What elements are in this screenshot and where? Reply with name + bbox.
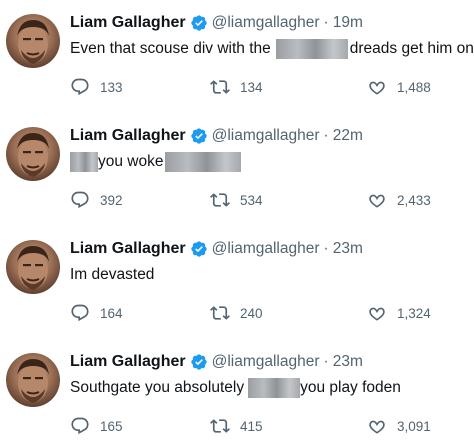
heart-icon [369,194,385,208]
retweet-count: 240 [240,305,263,321]
tweet-actions: 165 415 3,091 [70,415,460,437]
like-button[interactable]: 1,488 [367,76,431,98]
tweet-text: Im devasted [70,263,154,287]
tweet-actions: 164 240 1,324 [70,302,460,324]
reply-button[interactable]: 164 [70,302,123,324]
avatar-image [17,133,49,177]
reply-count: 165 [100,418,123,434]
tweet-header: Liam Gallagher @liamgallagher · 23m [70,351,363,373]
heart-icon [369,420,385,434]
verified-badge-icon [190,128,207,144]
reply-button[interactable]: 165 [70,415,123,437]
reply-icon [71,78,89,96]
like-count: 1,488 [397,79,431,95]
retweet-icon [210,80,230,94]
heart-icon [369,307,385,321]
author-name[interactable]: Liam Gallagher [70,353,186,371]
tweet-actions: 133 134 1,488 [70,76,460,98]
redacted-word [70,152,98,172]
tweet-header: Liam Gallagher @liamgallagher · 19m [70,12,363,34]
avatar[interactable] [6,240,60,294]
reply-icon [71,417,89,435]
retweet-button[interactable]: 534 [210,189,263,211]
tweet-feed: Liam Gallagher @liamgallagher · 19m Even… [0,0,474,440]
reply-icon [71,191,89,209]
like-button[interactable]: 1,324 [367,302,431,324]
tweet[interactable]: Liam Gallagher @liamgallagher · 19m Even… [0,0,474,110]
tweet-text-part: dreads get him on [349,40,474,57]
avatar-image [17,20,49,64]
tweet-text-part: you woke [98,153,164,170]
reply-button[interactable]: 392 [70,189,123,211]
avatar-image [17,359,49,403]
tweet-text: Southgate you absolutely you play foden [70,376,401,400]
author-handle[interactable]: @liamgallagher [212,353,320,371]
redacted-word [275,39,348,59]
like-count: 3,091 [397,418,431,434]
retweet-icon [210,419,230,433]
like-count: 2,433 [397,192,431,208]
author-handle[interactable]: @liamgallagher [212,240,320,258]
separator-dot: · [323,353,329,370]
like-count: 1,324 [397,305,431,321]
tweet-text-part: you play foden [300,379,401,396]
retweet-count: 134 [240,79,263,95]
retweet-button[interactable]: 134 [210,76,263,98]
tweet-text-part: Even that scouse div with the [70,40,271,57]
avatar[interactable] [6,127,60,181]
verified-badge-icon [190,354,207,370]
timestamp[interactable]: 23m [333,353,363,371]
tweet-text-part: Southgate you absolutely [70,379,245,396]
timestamp[interactable]: 23m [333,240,363,258]
retweet-button[interactable]: 240 [210,302,263,324]
tweet-text: you woke [70,150,242,174]
author-handle[interactable]: @liamgallagher [212,127,320,145]
retweet-count: 415 [240,418,263,434]
reply-button[interactable]: 133 [70,76,123,98]
verified-badge-icon [190,241,207,257]
author-name[interactable]: Liam Gallagher [70,127,186,145]
avatar[interactable] [6,14,60,68]
timestamp[interactable]: 19m [333,14,363,32]
tweet-header: Liam Gallagher @liamgallagher · 22m [70,125,363,147]
redacted-word [165,152,242,172]
reply-count: 392 [100,192,123,208]
retweet-icon [210,306,230,320]
timestamp[interactable]: 22m [333,127,363,145]
tweet-text: Even that scouse div with the dreads get… [70,37,474,61]
separator-dot: · [323,127,329,144]
like-button[interactable]: 3,091 [367,415,431,437]
tweet[interactable]: Liam Gallagher @liamgallagher · 22m you … [0,113,474,223]
reply-icon [71,304,89,322]
tweet[interactable]: Liam Gallagher @liamgallagher · 23m Im d… [0,226,474,336]
tweet[interactable]: Liam Gallagher @liamgallagher · 23m Sout… [0,339,474,440]
like-button[interactable]: 2,433 [367,189,431,211]
retweet-icon [210,193,230,207]
retweet-count: 534 [240,192,263,208]
author-name[interactable]: Liam Gallagher [70,240,186,258]
avatar[interactable] [6,353,60,407]
author-name[interactable]: Liam Gallagher [70,14,186,32]
reply-count: 133 [100,79,123,95]
separator-dot: · [323,14,329,31]
retweet-button[interactable]: 415 [210,415,263,437]
avatar-image [17,246,49,290]
verified-badge-icon [190,15,207,31]
reply-count: 164 [100,305,123,321]
heart-icon [369,81,385,95]
author-handle[interactable]: @liamgallagher [212,14,320,32]
tweet-header: Liam Gallagher @liamgallagher · 23m [70,238,363,260]
tweet-text-part: Im devasted [70,266,155,283]
separator-dot: · [323,240,329,257]
tweet-actions: 392 534 2,433 [70,189,460,211]
redacted-word [248,378,301,398]
